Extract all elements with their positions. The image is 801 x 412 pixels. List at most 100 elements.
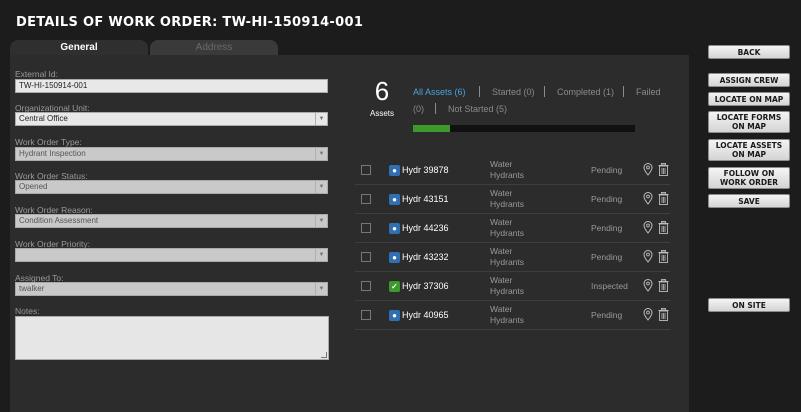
locate-assets-on-map-button[interactable]: LOCATE ASSETS ON MAP bbox=[708, 139, 790, 161]
progress-bar bbox=[413, 125, 635, 132]
trash-icon[interactable] bbox=[658, 192, 669, 205]
asset-type-line2: Hydrants bbox=[490, 199, 525, 209]
filter-separator bbox=[623, 86, 624, 97]
chevron-down-icon: ▼ bbox=[315, 181, 327, 193]
asset-type: Water Hydrants bbox=[490, 188, 550, 210]
asset-status: Pending bbox=[591, 252, 623, 262]
wo-type-select[interactable]: Hydrant Inspection ▼ bbox=[15, 147, 328, 161]
asset-type: Water Hydrants bbox=[490, 304, 550, 326]
row-checkbox[interactable] bbox=[361, 310, 371, 320]
asset-id[interactable]: Hydr 37306 bbox=[402, 281, 449, 291]
trash-icon[interactable] bbox=[658, 279, 669, 292]
table-row: ● Hydr 40965 Water Hydrants Pending bbox=[355, 301, 670, 330]
map-pin-icon[interactable] bbox=[643, 221, 653, 234]
chevron-down-icon: ▼ bbox=[315, 215, 327, 227]
chevron-down-icon: ▼ bbox=[315, 113, 327, 125]
filter-failed[interactable]: Failed bbox=[636, 87, 661, 97]
asset-type-line2: Hydrants bbox=[490, 257, 525, 267]
asset-id[interactable]: Hydr 43232 bbox=[402, 252, 449, 262]
asset-type-line2: Hydrants bbox=[490, 315, 525, 325]
notes-label: Notes: bbox=[15, 306, 40, 316]
trash-icon[interactable] bbox=[658, 163, 669, 176]
notes-textarea[interactable] bbox=[15, 316, 329, 360]
wo-type-value: Hydrant Inspection bbox=[19, 149, 86, 158]
asset-count-label: Assets bbox=[369, 109, 394, 118]
org-unit-select[interactable]: Central Office ▼ bbox=[15, 112, 328, 126]
row-checkbox[interactable] bbox=[361, 194, 371, 204]
asset-status: Pending bbox=[591, 194, 623, 204]
asset-type-line2: Hydrants bbox=[490, 286, 525, 296]
table-row: ● Hydr 39878 Water Hydrants Pending bbox=[355, 156, 670, 185]
notes-value bbox=[16, 317, 328, 321]
asset-type-line2: Hydrants bbox=[490, 228, 525, 238]
row-checkbox[interactable] bbox=[361, 252, 371, 262]
asset-type-line2: Hydrants bbox=[490, 170, 525, 180]
status-pending-icon: ● bbox=[389, 310, 400, 321]
external-id-field[interactable]: TW-HI-150914-001 bbox=[15, 79, 328, 93]
asset-type: Water Hydrants bbox=[490, 159, 550, 181]
locate-on-map-button[interactable]: LOCATE ON MAP bbox=[708, 92, 790, 106]
wo-status-select[interactable]: Opened ▼ bbox=[15, 180, 328, 194]
table-row: ✓ Hydr 37306 Water Hydrants Inspected bbox=[355, 272, 670, 301]
asset-id[interactable]: Hydr 39878 bbox=[402, 165, 449, 175]
status-inspected-icon: ✓ bbox=[389, 281, 400, 292]
chevron-down-icon: ▼ bbox=[315, 148, 327, 160]
asset-type: Water Hydrants bbox=[490, 217, 550, 239]
back-button[interactable]: BACK bbox=[708, 45, 790, 59]
asset-type-line1: Water bbox=[490, 304, 513, 314]
trash-icon[interactable] bbox=[658, 308, 669, 321]
follow-on-work-order-button[interactable]: FOLLOW ON WORK ORDER bbox=[708, 167, 790, 189]
asset-type: Water Hydrants bbox=[490, 275, 550, 297]
wo-type-label: Work Order Type: bbox=[15, 137, 82, 147]
tab-address[interactable]: Address bbox=[150, 40, 278, 55]
asset-type-line1: Water bbox=[490, 275, 513, 285]
row-checkbox[interactable] bbox=[361, 165, 371, 175]
wo-reason-value: Condition Assessment bbox=[19, 216, 99, 225]
progress-bar-fill bbox=[413, 125, 451, 132]
filter-completed[interactable]: Completed (1) bbox=[557, 87, 614, 97]
asset-id[interactable]: Hydr 43151 bbox=[402, 194, 449, 204]
asset-status: Pending bbox=[591, 310, 623, 320]
map-pin-icon[interactable] bbox=[643, 279, 653, 292]
on-site-button[interactable]: ON SITE bbox=[708, 298, 790, 312]
save-button[interactable]: SAVE bbox=[708, 194, 790, 208]
filter-separator bbox=[544, 86, 545, 97]
asset-status: Pending bbox=[591, 223, 623, 233]
assign-crew-button[interactable]: ASSIGN CREW bbox=[708, 73, 790, 87]
asset-type-line1: Water bbox=[490, 217, 513, 227]
filter-not-started[interactable]: Not Started (5) bbox=[448, 104, 507, 114]
status-pending-icon: ● bbox=[389, 252, 400, 263]
row-checkbox[interactable] bbox=[361, 281, 371, 291]
map-pin-icon[interactable] bbox=[643, 163, 653, 176]
status-pending-icon: ● bbox=[389, 194, 400, 205]
trash-icon[interactable] bbox=[658, 221, 669, 234]
asset-id[interactable]: Hydr 40965 bbox=[402, 310, 449, 320]
wo-priority-select[interactable]: ▼ bbox=[15, 248, 328, 262]
wo-reason-select[interactable]: Condition Assessment ▼ bbox=[15, 214, 328, 228]
row-checkbox[interactable] bbox=[361, 223, 371, 233]
map-pin-icon[interactable] bbox=[643, 250, 653, 263]
filter-all-assets[interactable]: All Assets (6) bbox=[413, 87, 466, 97]
map-pin-icon[interactable] bbox=[643, 192, 653, 205]
trash-icon[interactable] bbox=[658, 250, 669, 263]
locate-forms-on-map-button[interactable]: LOCATE FORMS ON MAP bbox=[708, 111, 790, 133]
resize-grip-icon[interactable] bbox=[321, 352, 327, 358]
status-pending-icon: ● bbox=[389, 165, 400, 176]
filter-failed-count[interactable]: (0) bbox=[413, 104, 424, 114]
asset-id[interactable]: Hydr 44236 bbox=[402, 223, 449, 233]
asset-type-line1: Water bbox=[490, 159, 513, 169]
filter-started[interactable]: Started (0) bbox=[492, 87, 535, 97]
chevron-down-icon: ▼ bbox=[315, 283, 327, 295]
asset-status: Inspected bbox=[591, 281, 628, 291]
table-row: ● Hydr 43151 Water Hydrants Pending bbox=[355, 185, 670, 214]
table-row: ● Hydr 43232 Water Hydrants Pending bbox=[355, 243, 670, 272]
assigned-to-select[interactable]: twalker ▼ bbox=[15, 282, 328, 296]
map-pin-icon[interactable] bbox=[643, 308, 653, 321]
asset-type: Water Hydrants bbox=[490, 246, 550, 268]
table-row: ● Hydr 44236 Water Hydrants Pending bbox=[355, 214, 670, 243]
org-unit-value: Central Office bbox=[19, 114, 68, 123]
filter-separator bbox=[479, 86, 480, 97]
tab-general[interactable]: General bbox=[10, 40, 148, 55]
assigned-to-value: twalker bbox=[19, 284, 45, 293]
asset-type-line1: Water bbox=[490, 246, 513, 256]
